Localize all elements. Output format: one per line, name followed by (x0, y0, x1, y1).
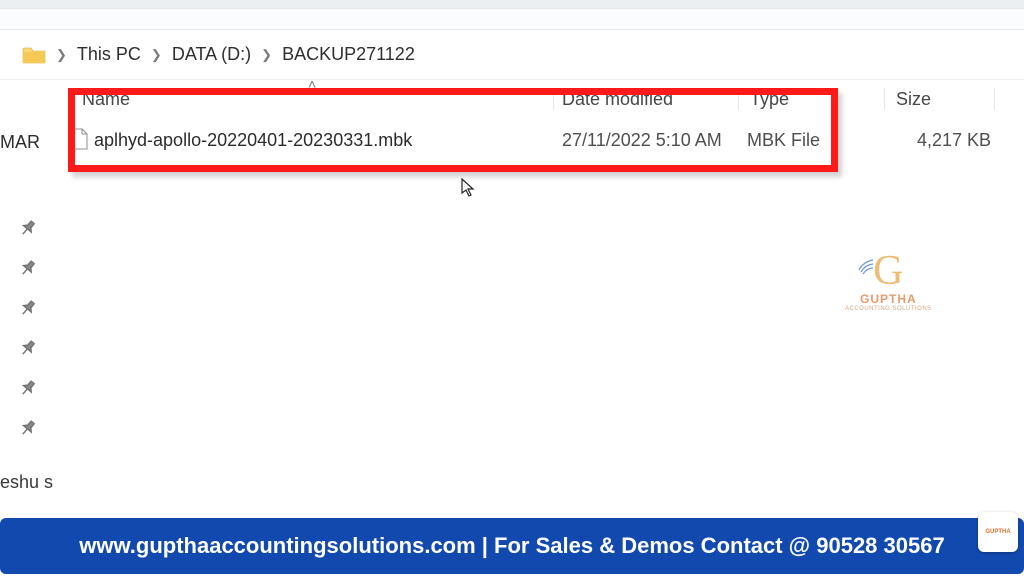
column-separator[interactable] (553, 88, 554, 110)
watermark-tagline: ACCOUNTING SOLUTIONS (845, 306, 932, 312)
file-type: MBK File (747, 130, 820, 151)
watermark-logo: G GUPTHA ACCOUNTING SOLUTIONS (845, 250, 932, 312)
chevron-icon: ❯ (56, 47, 67, 63)
breadcrumb-root[interactable]: This PC (77, 44, 141, 65)
nav-item-fragment[interactable]: eshu s (0, 472, 53, 493)
pin-icon (17, 297, 40, 320)
ribbon-placeholder (0, 8, 1024, 30)
column-header-name[interactable]: Name (82, 89, 562, 110)
nav-item-fragment[interactable]: MAR (0, 132, 40, 153)
file-row[interactable]: aplhyd-apollo-20220401-20230331.mbk 27/1… (50, 118, 1024, 162)
chevron-icon: ❯ (151, 47, 162, 63)
footer-banner: www.gupthaaccountingsolutions.com | For … (0, 518, 1024, 574)
column-separator[interactable] (884, 88, 885, 110)
footer-text: www.gupthaaccountingsolutions.com | For … (79, 533, 944, 559)
column-separator[interactable] (738, 88, 739, 110)
file-name: aplhyd-apollo-20220401-20230331.mbk (94, 130, 412, 151)
column-header-row: ˄ Name Date modified Type Size (50, 80, 1024, 118)
breadcrumb-drive[interactable]: DATA (D:) (172, 44, 251, 65)
pin-icon (17, 217, 40, 240)
footer-badge-logo: GUPTHA (978, 512, 1018, 552)
file-date: 27/11/2022 5:10 AM (562, 130, 722, 151)
footer-badge-text: GUPTHA (985, 529, 1010, 535)
cursor-icon (461, 178, 477, 203)
titlebar-placeholder (0, 0, 1024, 8)
pin-icon (17, 337, 40, 360)
file-size: 4,217 KB (896, 130, 991, 151)
column-header-size[interactable]: Size (896, 89, 991, 110)
column-separator[interactable] (994, 88, 995, 110)
chevron-icon: ❯ (261, 47, 272, 63)
file-icon (72, 128, 88, 150)
column-header-type[interactable]: Type (750, 89, 870, 110)
pin-icon (17, 257, 40, 280)
pin-icon (17, 417, 40, 440)
breadcrumb-folder[interactable]: BACKUP271122 (282, 44, 415, 65)
address-bar[interactable]: ❯ This PC ❯ DATA (D:) ❯ BACKUP271122 (0, 30, 1024, 80)
nav-tree-fragment: MAR eshu s (0, 80, 50, 518)
watermark-g-icon: G (845, 250, 932, 292)
column-header-date[interactable]: Date modified (562, 89, 747, 110)
pin-icon (17, 377, 40, 400)
folder-icon (22, 45, 46, 65)
watermark-brand: GUPTHA (845, 292, 932, 306)
